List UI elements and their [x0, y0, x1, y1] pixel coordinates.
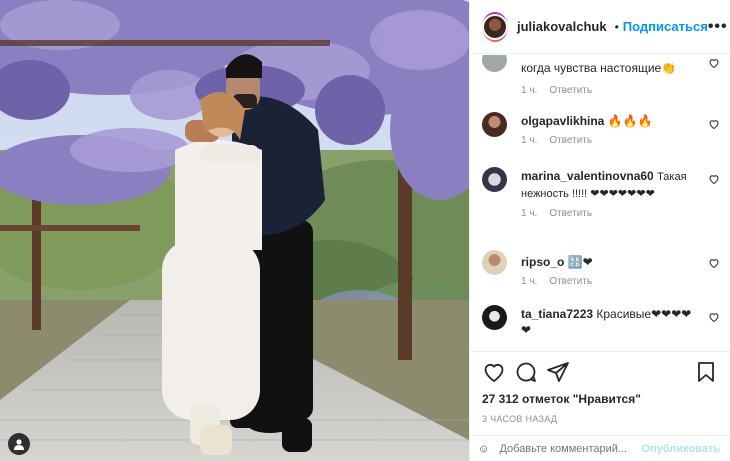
comment-item: ta_tiana7223 Красивые❤❤❤❤❤ [482, 305, 720, 338]
comment-item: когда чувства настоящие👏 1 ч. Ответить [482, 55, 720, 96]
more-icon[interactable]: ••• [708, 18, 728, 36]
comment-like-icon[interactable] [708, 311, 720, 323]
comment-time: 1 ч. [521, 208, 538, 219]
bookmark-icon[interactable] [694, 360, 718, 384]
comment-item: marina_valentinovna60 Такая нежность !!!… [482, 167, 720, 219]
user-tag-icon [14, 439, 24, 450]
user-tag-button[interactable] [8, 433, 30, 455]
post-footer: 27 312 отметок "Нравится" 3 ЧАСОВ НАЗАД [470, 351, 730, 424]
reply-button[interactable]: Ответить [549, 135, 592, 146]
reply-button[interactable]: Ответить [549, 208, 592, 219]
comment-time: 1 ч. [521, 85, 538, 96]
comment-like-icon[interactable] [708, 173, 720, 185]
heart-icon[interactable] [482, 360, 506, 384]
comment-time: 1 ч. [521, 135, 538, 146]
comment-text: 🔠❤ [567, 255, 593, 269]
comment-like-icon[interactable] [708, 257, 720, 269]
comment-text: 🔥🔥🔥 [607, 114, 653, 128]
comment-username[interactable]: ripso_o [521, 255, 564, 269]
comment-username[interactable]: ta_tiana7223 [521, 307, 593, 321]
comment-item: ripso_o 🔠❤ 1 ч. Ответить [482, 250, 720, 287]
action-bar [470, 352, 730, 392]
post-time: 3 ЧАСОВ НАЗАД [482, 414, 558, 424]
comment-item: olgapavlikhina 🔥🔥🔥 1 ч. Ответить [482, 112, 720, 146]
emoji-icon[interactable] [480, 439, 488, 459]
author-username[interactable]: juliakovalchuk [517, 19, 607, 34]
separator-dot: • [614, 19, 619, 34]
comment-avatar[interactable] [482, 250, 507, 275]
comment-like-icon[interactable] [708, 57, 720, 69]
post-photo[interactable] [0, 0, 469, 461]
add-comment-bar: Опубликовать [470, 435, 730, 461]
likes-count[interactable]: 27 312 отметок "Нравится" [470, 392, 730, 406]
comments-list[interactable]: когда чувства настоящие👏 1 ч. Ответить ol… [470, 55, 730, 351]
comment-text: когда чувства настоящие👏 [521, 61, 677, 75]
comment-username[interactable]: marina_valentinovna60 [521, 169, 654, 183]
post-side-panel: juliakovalchuk • Подписаться ••• когда ч… [469, 0, 730, 461]
comment-time: 1 ч. [521, 276, 538, 287]
comment-avatar[interactable] [482, 305, 507, 330]
post-header: juliakovalchuk • Подписаться ••• [470, 0, 730, 54]
comment-avatar[interactable] [482, 112, 507, 137]
follow-button[interactable]: Подписаться [623, 19, 708, 34]
post-image [0, 0, 469, 461]
comment-like-icon[interactable] [708, 118, 720, 130]
comment-avatar[interactable] [482, 55, 507, 72]
comment-avatar[interactable] [482, 167, 507, 192]
comment-input[interactable] [499, 442, 642, 455]
share-icon[interactable] [546, 360, 570, 384]
author-avatar[interactable] [482, 11, 508, 42]
reply-button[interactable]: Ответить [549, 276, 592, 287]
comment-icon[interactable] [514, 360, 538, 384]
comment-username[interactable]: olgapavlikhina [521, 114, 604, 128]
reply-button[interactable]: Ответить [549, 85, 592, 96]
publish-button[interactable]: Опубликовать [641, 443, 720, 455]
